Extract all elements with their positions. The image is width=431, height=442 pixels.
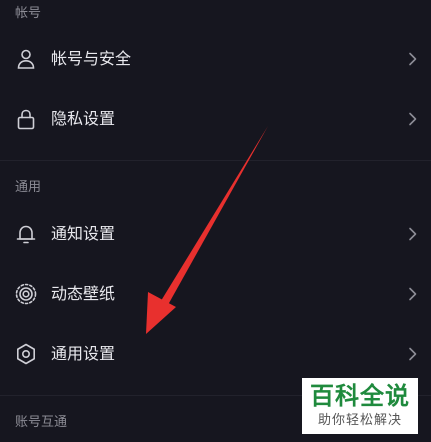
wallpaper-icon: [14, 282, 38, 306]
settings-item-label: 动态壁纸: [51, 284, 116, 303]
chevron-right-icon: [404, 110, 422, 128]
bell-icon: [14, 222, 38, 246]
settings-item-label: 帐号与安全: [51, 49, 132, 68]
settings-item-label: 隐私设置: [51, 109, 116, 128]
section-title-account: 帐号: [15, 6, 42, 21]
settings-item-notifications[interactable]: 通知设置: [0, 204, 431, 264]
watermark-logo: 百科全说 助你轻松解决: [302, 378, 418, 434]
chevron-right-icon: [404, 345, 422, 363]
settings-item-label: 通用设置: [51, 344, 116, 363]
gear-icon: [14, 342, 38, 366]
chevron-right-icon: [404, 285, 422, 303]
settings-item-privacy[interactable]: 隐私设置: [0, 89, 431, 149]
settings-item-wallpaper[interactable]: 动态壁纸: [0, 264, 431, 324]
watermark-subtitle: 助你轻松解决: [317, 413, 402, 428]
settings-item-account-security[interactable]: 帐号与安全: [0, 29, 431, 89]
lock-icon: [14, 107, 38, 131]
chevron-right-icon: [404, 50, 422, 68]
settings-item-label: 通知设置: [51, 224, 116, 243]
user-icon: [14, 47, 38, 71]
section-title-account-interop: 账号互通: [15, 415, 68, 430]
chevron-right-icon: [404, 225, 422, 243]
section-title-general: 通用: [15, 180, 42, 195]
settings-item-general[interactable]: 通用设置: [0, 324, 431, 384]
watermark-title: 百科全说: [310, 382, 410, 410]
section-divider: [0, 160, 431, 161]
